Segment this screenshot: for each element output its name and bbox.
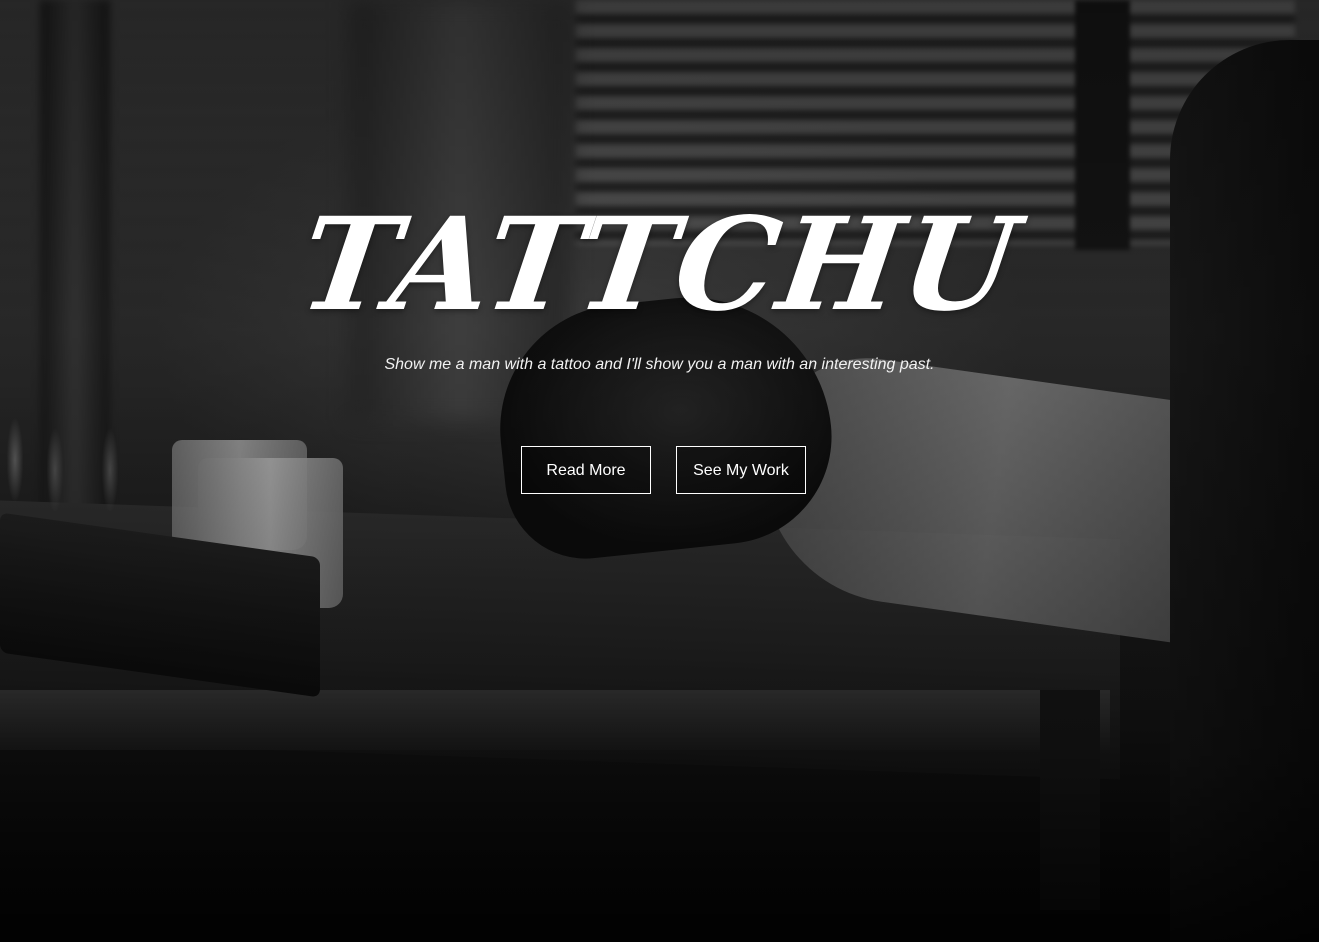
hero-tagline: Show me a man with a tattoo and I'll sho… — [384, 356, 935, 373]
site-title: TATTCHU — [291, 190, 1028, 340]
see-my-work-button[interactable]: See My Work — [676, 446, 806, 494]
hero-content: TATTCHU Show me a man with a tattoo and … — [0, 0, 1319, 942]
hero-section: TATTCHU Show me a man with a tattoo and … — [0, 0, 1319, 942]
read-more-button[interactable]: Read More — [521, 446, 651, 494]
